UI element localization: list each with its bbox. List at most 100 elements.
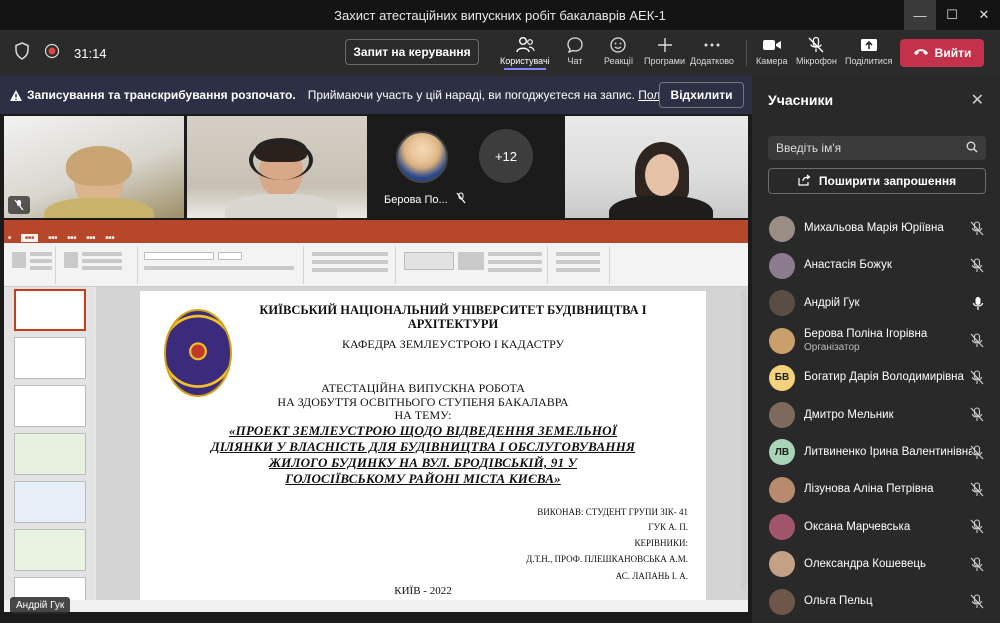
- participant-body: [44, 198, 154, 218]
- slide-footer: КИЇВ - 2022: [394, 585, 452, 597]
- participant-search-input[interactable]: Введіть ім'я: [768, 136, 986, 160]
- ppt-tab: ■■■: [105, 234, 115, 241]
- slide-thumbnail[interactable]: [14, 481, 86, 523]
- toolbar-label: Камера: [756, 56, 788, 66]
- leave-button[interactable]: Вийти: [900, 39, 984, 67]
- participant-row[interactable]: Берова Поліна Ігорівна Організатор: [752, 322, 1000, 359]
- toolbar-reactions-button[interactable]: Реакції: [604, 34, 633, 66]
- dismiss-button[interactable]: Відхилити: [659, 82, 744, 108]
- maximize-icon[interactable]: ☐: [936, 0, 968, 30]
- ppt-title-bar: [4, 220, 748, 232]
- meeting-stage: Берова По... +12 ■ ■■■ ■■■ ■■■ ■■■ ■■■ К…: [0, 114, 752, 623]
- toolbar-more-button[interactable]: Додатково: [690, 34, 734, 66]
- request-control-button[interactable]: Запит на керування: [345, 39, 479, 65]
- slide-thumbnail[interactable]: [14, 433, 86, 475]
- panel-title: Учасники: [768, 92, 834, 108]
- participant-name: Лізунова Аліна Петрівна: [804, 483, 934, 496]
- title-bar: Захист атестаційних випускних робіт бака…: [0, 0, 1000, 30]
- chat-icon: [566, 34, 584, 56]
- presenter-name-tag: Андрій Гук: [10, 597, 71, 614]
- participant-avatar[interactable]: [396, 131, 448, 183]
- participant-row[interactable]: Михальова Марія Юріївна: [752, 210, 1000, 247]
- video-tile[interactable]: [187, 116, 367, 218]
- toolbar-label: Мікрофон: [796, 56, 837, 66]
- slide-right-line: КЕРІВНИКИ:: [634, 538, 688, 548]
- share-invite-button[interactable]: Поширити запрошення: [768, 168, 986, 194]
- participant-row[interactable]: ЛВ Литвиненко Ірина Валентинівна: [752, 434, 1000, 471]
- leave-label: Вийти: [934, 46, 972, 60]
- mic-off-icon: [970, 519, 984, 539]
- mic-off-icon: [970, 445, 984, 465]
- toolbar-share-button[interactable]: Поділитися: [845, 34, 892, 66]
- headphones: [249, 140, 313, 180]
- mic-off-icon: [970, 482, 984, 502]
- ppt-ribbon: [4, 243, 748, 287]
- plus-icon: [656, 34, 674, 56]
- toolbar-apps-button[interactable]: Програми: [644, 34, 685, 66]
- participant-row[interactable]: Ольга Пельц: [752, 583, 1000, 620]
- ribbon-group: [398, 246, 548, 284]
- ppt-status-bar: [4, 600, 748, 612]
- slide-thumbnail[interactable]: [14, 337, 86, 379]
- participant-avatar: [769, 252, 795, 279]
- slide-topic-line: ГОЛОСІЇВСЬКОМУ РАЙОНІ МІСТА КИЄВА»: [285, 471, 561, 486]
- slide-right-line: Д.Т.Н., ПРОФ. ПЛЕШКАНОВСЬКА А.М.: [526, 554, 688, 564]
- participant-role: Організатор: [804, 341, 860, 353]
- shared-screen[interactable]: ■ ■■■ ■■■ ■■■ ■■■ ■■■ КИЇВСЬКИЙ НАЦІОНАЛ…: [4, 220, 748, 612]
- participant-avatar: БВ: [769, 364, 795, 391]
- toolbar-people-button[interactable]: Користувачі: [500, 34, 550, 70]
- search-icon: [966, 141, 978, 156]
- slide: КИЇВСЬКИЙ НАЦІОНАЛЬНИЙ УНІВЕРСИТЕТ БУДІВ…: [140, 291, 706, 608]
- participant-name-block: Андрій Гук: [804, 297, 972, 310]
- close-panel-icon[interactable]: ✕: [971, 90, 984, 110]
- participant-row[interactable]: Дмитро Мельник: [752, 396, 1000, 433]
- warning-icon: [5, 89, 27, 102]
- toolbar-mic-button[interactable]: Мікрофон: [796, 34, 837, 66]
- participant-name-block: Богатир Дарія Володимирівна: [804, 371, 972, 384]
- shield-icon[interactable]: [14, 41, 30, 65]
- participant-avatar: [769, 476, 795, 503]
- mic-on-icon: [972, 296, 984, 316]
- participant-name: Берова Поліна Ігорівна: [804, 327, 928, 340]
- participant-name: Олександра Кошевець: [804, 557, 926, 570]
- close-window-icon[interactable]: ✕: [968, 0, 1000, 30]
- camera-icon: [762, 34, 782, 56]
- participant-row[interactable]: Андрій Гук: [752, 285, 1000, 322]
- participant-row[interactable]: Анастасія Божук: [752, 247, 1000, 284]
- mic-off-icon: [970, 258, 984, 278]
- meeting-toolbar: 31:14 Запит на керування Користувачі Чат…: [0, 30, 1000, 76]
- slide-thumbnail[interactable]: [14, 289, 86, 331]
- slide-thumbnail[interactable]: [14, 529, 86, 571]
- more-icon: [703, 34, 721, 56]
- slide-scrollbar[interactable]: [741, 290, 746, 590]
- participant-name-block: Дмитро Мельник: [804, 409, 972, 422]
- video-tile[interactable]: [565, 116, 748, 218]
- participant-avatar: [769, 290, 795, 317]
- participant-avatar: [769, 215, 795, 242]
- participant-row[interactable]: БВ Богатир Дарія Володимирівна: [752, 359, 1000, 396]
- ppt-tab: ■: [8, 234, 12, 241]
- minimize-icon[interactable]: —: [904, 0, 936, 30]
- slide-right-line: ВИКОНАВ: СТУДЕНТ ГРУПИ ЗІК- 41: [537, 507, 688, 517]
- participant-avatar: [769, 402, 795, 429]
- participant-row[interactable]: Оксана Марчевська: [752, 508, 1000, 545]
- mic-off-icon: [456, 192, 466, 207]
- participant-name-block: Анастасія Божук: [804, 259, 972, 272]
- ribbon-group: [550, 246, 610, 284]
- participant-name-block: Ольга Пельц: [804, 595, 972, 608]
- slide-line: НА ТЕМУ:: [394, 408, 452, 422]
- participant-avatar: [769, 514, 795, 541]
- participant-name: Ольга Пельц: [804, 595, 873, 608]
- window-title: Захист атестаційних випускних робіт бака…: [334, 7, 666, 23]
- participant-row[interactable]: Лізунова Аліна Петрівна: [752, 471, 1000, 508]
- video-tile[interactable]: [4, 116, 184, 218]
- slide-thumbnail[interactable]: [14, 385, 86, 427]
- participant-avatar: [769, 588, 795, 615]
- participant-row[interactable]: Олександра Кошевець: [752, 546, 1000, 583]
- slide-topic-line: «ПРОЕКТ ЗЕМЛЕУСТРОЮ ЩОДО ВІДВЕДЕННЯ ЗЕМЕ…: [228, 423, 618, 438]
- toolbar-chat-button[interactable]: Чат: [566, 34, 584, 66]
- share-invite-label: Поширити запрошення: [818, 174, 957, 188]
- toolbar-camera-button[interactable]: Камера: [756, 34, 787, 66]
- more-participants-button[interactable]: +12: [479, 129, 533, 183]
- toolbar-label: Реакції: [604, 56, 634, 66]
